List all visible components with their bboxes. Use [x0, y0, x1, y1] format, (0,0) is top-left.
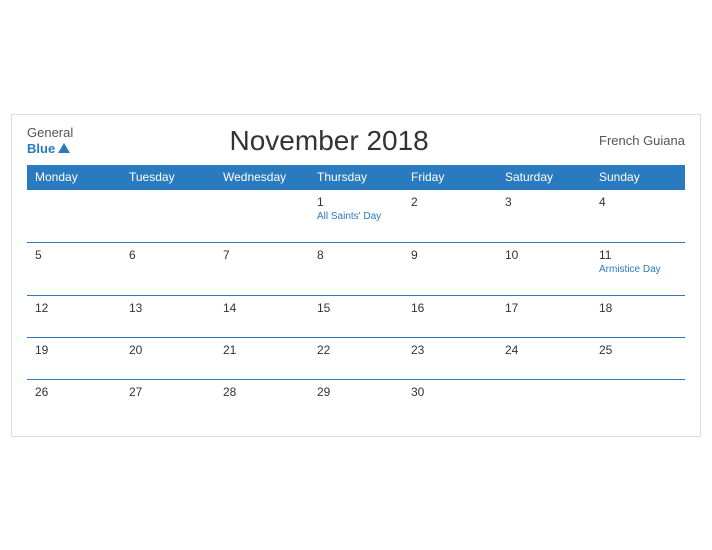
- day-number: 20: [129, 343, 207, 357]
- calendar-cell: 15: [309, 295, 403, 337]
- calendar-cell: [497, 379, 591, 421]
- day-number: 5: [35, 248, 113, 262]
- calendar-cell: 19: [27, 337, 121, 379]
- calendar-cell: 23: [403, 337, 497, 379]
- day-number: 13: [129, 301, 207, 315]
- day-number: 18: [599, 301, 677, 315]
- calendar-header-row: Monday Tuesday Wednesday Thursday Friday…: [27, 165, 685, 190]
- day-number: 11: [599, 248, 677, 262]
- calendar-cell: 13: [121, 295, 215, 337]
- calendar-region: French Guiana: [585, 133, 685, 148]
- day-number: 26: [35, 385, 113, 399]
- calendar-cell: 28: [215, 379, 309, 421]
- calendar-week-1: 5 6 7 8 9 10 11 Armistice Day: [27, 242, 685, 295]
- calendar-cell: 25: [591, 337, 685, 379]
- calendar-cell: 1 All Saints' Day: [309, 189, 403, 242]
- day-number: 24: [505, 343, 583, 357]
- calendar-cell: 30: [403, 379, 497, 421]
- calendar-body: 1All Saints' Day234567891011Armistice Da…: [27, 189, 685, 421]
- day-number: 27: [129, 385, 207, 399]
- calendar-cell: 11 Armistice Day: [591, 242, 685, 295]
- day-number: 10: [505, 248, 583, 262]
- holiday-name: Armistice Day: [599, 264, 677, 275]
- calendar-cell: 29: [309, 379, 403, 421]
- calendar-title: November 2018: [73, 125, 585, 157]
- calendar-table: Monday Tuesday Wednesday Thursday Friday…: [27, 165, 685, 421]
- col-thursday: Thursday: [309, 165, 403, 190]
- calendar-week-3: 19 20 21 22 23 24 25: [27, 337, 685, 379]
- day-number: 3: [505, 195, 583, 209]
- calendar-cell: 8: [309, 242, 403, 295]
- day-number: 1: [317, 195, 395, 209]
- col-saturday: Saturday: [497, 165, 591, 190]
- calendar-cell: 2: [403, 189, 497, 242]
- day-number: 23: [411, 343, 489, 357]
- calendar-cell: 17: [497, 295, 591, 337]
- calendar-cell: 14: [215, 295, 309, 337]
- calendar-cell: 18: [591, 295, 685, 337]
- logo-blue-text: Blue: [27, 141, 55, 157]
- calendar-cell: 24: [497, 337, 591, 379]
- col-friday: Friday: [403, 165, 497, 190]
- day-number: 4: [599, 195, 677, 209]
- calendar-cell: 20: [121, 337, 215, 379]
- logo-general-text: General: [27, 125, 73, 141]
- calendar-cell: 26: [27, 379, 121, 421]
- holiday-name: All Saints' Day: [317, 211, 395, 222]
- calendar-header: General Blue November 2018 French Guiana: [27, 125, 685, 157]
- day-number: 16: [411, 301, 489, 315]
- day-number: 2: [411, 195, 489, 209]
- calendar-cell: 7: [215, 242, 309, 295]
- day-number: 30: [411, 385, 489, 399]
- day-number: 8: [317, 248, 395, 262]
- calendar-week-4: 26 27 28 29 30: [27, 379, 685, 421]
- calendar-cell: 6: [121, 242, 215, 295]
- calendar-cell: 4: [591, 189, 685, 242]
- logo-triangle-icon: [58, 143, 70, 153]
- calendar-cell: 22: [309, 337, 403, 379]
- day-number: 21: [223, 343, 301, 357]
- day-number: 12: [35, 301, 113, 315]
- calendar-cell: 12: [27, 295, 121, 337]
- col-tuesday: Tuesday: [121, 165, 215, 190]
- day-number: 17: [505, 301, 583, 315]
- day-number: 6: [129, 248, 207, 262]
- calendar-cell: 3: [497, 189, 591, 242]
- day-number: 15: [317, 301, 395, 315]
- day-number: 7: [223, 248, 301, 262]
- day-number: 14: [223, 301, 301, 315]
- day-number: 19: [35, 343, 113, 357]
- calendar-cell: [591, 379, 685, 421]
- col-monday: Monday: [27, 165, 121, 190]
- calendar-cell: 5: [27, 242, 121, 295]
- calendar-cell: 16: [403, 295, 497, 337]
- day-number: 9: [411, 248, 489, 262]
- calendar-cell: [215, 189, 309, 242]
- calendar-cell: 21: [215, 337, 309, 379]
- calendar-cell: 27: [121, 379, 215, 421]
- logo: General Blue: [27, 125, 73, 156]
- calendar-week-0: 1 All Saints' Day 2 3 4: [27, 189, 685, 242]
- col-wednesday: Wednesday: [215, 165, 309, 190]
- calendar-container: General Blue November 2018 French Guiana…: [11, 114, 701, 437]
- calendar-cell: [121, 189, 215, 242]
- day-number: 28: [223, 385, 301, 399]
- calendar-cell: 9: [403, 242, 497, 295]
- day-number: 25: [599, 343, 677, 357]
- calendar-week-2: 12 13 14 15 16 17 18: [27, 295, 685, 337]
- calendar-cell: 10: [497, 242, 591, 295]
- col-sunday: Sunday: [591, 165, 685, 190]
- day-number: 29: [317, 385, 395, 399]
- calendar-cell: [27, 189, 121, 242]
- day-number: 22: [317, 343, 395, 357]
